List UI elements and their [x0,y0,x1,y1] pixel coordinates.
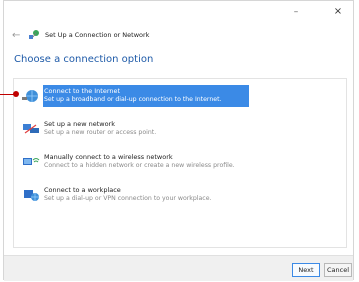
nav-row: ← Set Up a Connection or Network [12,27,149,43]
annotation-pointer-line [0,94,14,95]
globe-network-icon [22,90,38,102]
option-description: Set up a dial-up or VPN connection to yo… [44,195,212,202]
option-workplace[interactable]: Connect to a workplace Set up a dial-up … [14,184,346,206]
network-setup-icon [29,30,39,39]
option-connect-internet[interactable]: Connect to the Internet Set up a broadba… [14,85,346,107]
option-description: Set up a broadband or dial-up connection… [44,96,222,103]
back-arrow-icon[interactable]: ← [12,30,24,41]
wireless-network-icon [23,158,40,165]
option-title: Connect to the Internet [44,87,121,95]
option-title: Connect to a workplace [44,186,121,194]
option-title: Set up a new network [44,120,115,128]
connection-options-list: Connect to the Internet Set up a broadba… [13,78,347,248]
next-button[interactable]: Next [292,263,320,277]
workplace-network-icon [24,190,39,201]
option-description: Set up a new router or access point. [44,129,157,136]
window-title: Set Up a Connection or Network [45,31,150,39]
page-heading: Choose a connection option [14,54,154,65]
close-button[interactable]: × [331,5,345,19]
option-description: Connect to a hidden network or create a … [44,162,235,169]
option-manual-wireless[interactable]: Manually connect to a wireless network C… [14,151,346,173]
dialog-footer: Next Cancel [4,255,353,281]
annotation-pointer-dot [13,91,19,97]
cancel-button[interactable]: Cancel [324,263,352,277]
option-title: Manually connect to a wireless network [44,153,173,161]
minimize-button[interactable]: – [289,5,303,19]
option-new-network[interactable]: Set up a new network Set up a new router… [14,118,346,140]
title-bar: – × [4,1,353,25]
setup-connection-window: – × ← Set Up a Connection or Network Cho… [3,0,354,281]
router-network-icon [23,124,39,134]
